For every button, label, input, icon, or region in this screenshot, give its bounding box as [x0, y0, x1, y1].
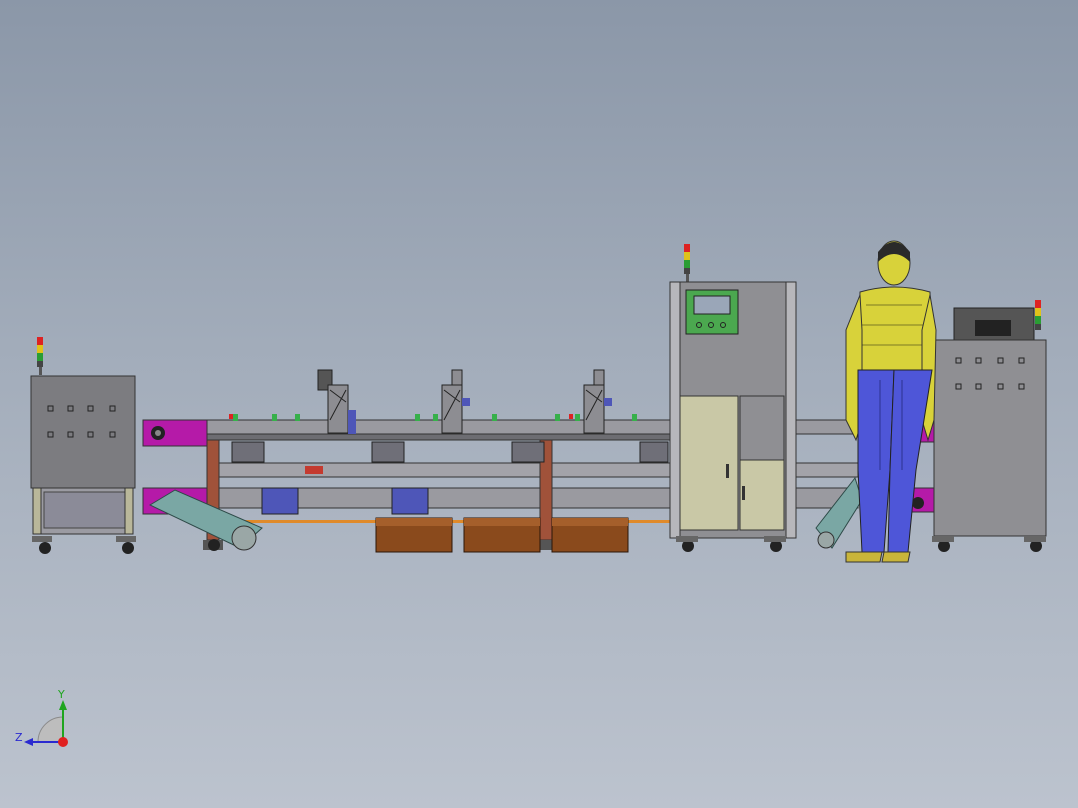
triad-y-label: Y — [58, 688, 65, 701]
cad-viewport[interactable]: Y Z — [0, 0, 1078, 808]
triad-z-label: Z — [15, 731, 23, 744]
left-cabinet[interactable] — [30, 337, 136, 554]
main-conveyor[interactable] — [142, 369, 671, 553]
operator-figure[interactable] — [845, 240, 937, 563]
assembly-model[interactable] — [0, 0, 1078, 808]
wire-spools[interactable] — [375, 517, 629, 553]
view-orientation-triad — [24, 700, 68, 747]
control-cabinet[interactable] — [669, 244, 797, 552]
right-cabinet[interactable] — [932, 300, 1047, 552]
